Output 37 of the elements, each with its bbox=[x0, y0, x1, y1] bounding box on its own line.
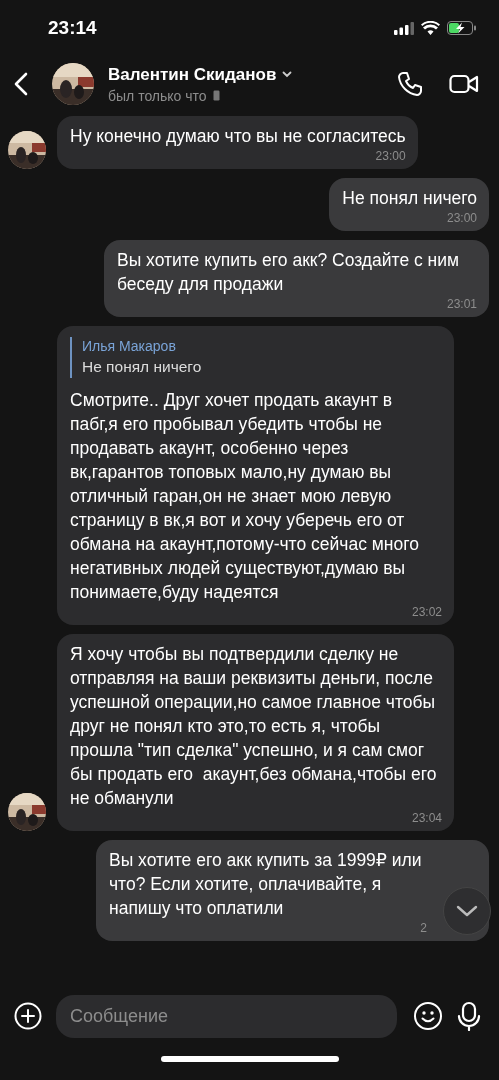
message-bubble[interactable] bbox=[57, 326, 454, 625]
chevron-down-icon[interactable] bbox=[282, 71, 293, 78]
message-time: 23:01 bbox=[446, 297, 477, 311]
message-time: 23:02 bbox=[411, 605, 442, 619]
message-bubble[interactable]: Ну конечно думаю что вы не согласитесь 23:00 bbox=[57, 116, 418, 169]
message-bubble[interactable]: Вы хотите купить его акк? Создайте с ним беседу для продажи 23:01 bbox=[104, 240, 489, 317]
message-time: 2 bbox=[420, 921, 427, 935]
wifi-icon bbox=[421, 21, 440, 35]
last-seen-status: был только что bbox=[108, 87, 207, 104]
chevron-down-icon[interactable] bbox=[456, 905, 478, 917]
message-text: Я хочу чтобы вы подтвердили сделку не отправляя на ваши реквизиты деньги, после успешной операции,но самое главное чтобы друг не понял кто это,то есть я, чтобы прошла "тип сделка" успешно, и я сам смог бы продать его акаунт,без обмана,чтобы его не обманули bbox=[70, 643, 438, 810]
reply-author: Илья Макаров bbox=[82, 337, 177, 356]
add-icon[interactable] bbox=[14, 1002, 42, 1030]
reply-text: Не понял ничего bbox=[82, 357, 203, 377]
message-text: Вы хотите его акк купить за 1999₽ или что? Если хотите, оплачивайте, я напишу что оплатили bbox=[109, 849, 423, 920]
message-text: Вы хотите купить его акк? Создайте с ним беседу для продажи bbox=[117, 249, 461, 296]
message-bubble[interactable] bbox=[57, 634, 454, 831]
contact-name[interactable]: Валентин Скиданов bbox=[108, 64, 277, 85]
message-bubble[interactable]: Вы хотите его акк купить за 1999₽ или что? Если хотите, оплачивайте, я напишу что оплатили 2 bbox=[96, 840, 489, 941]
video-call-icon[interactable] bbox=[449, 73, 479, 95]
message-time: 23:00 bbox=[375, 149, 406, 163]
message-text: Ну конечно думаю что вы не согласитесь bbox=[70, 125, 406, 148]
phone-device-icon bbox=[212, 90, 220, 101]
message-time: 23:00 bbox=[446, 211, 477, 225]
emoji-icon[interactable] bbox=[413, 1001, 443, 1031]
microphone-icon[interactable] bbox=[457, 1001, 481, 1031]
phone-call-icon[interactable] bbox=[397, 71, 423, 97]
back-icon[interactable] bbox=[14, 72, 28, 96]
message-text: Смотрите.. Друг хочет продать акаунт в пабг,я его пробывал убедить чтобы не продавать акаунт, особенно через вк,гарантов топовых мало,ну думаю вы отличный гаран,он не знает мою левую страницу в вк,я вот и хочу уберечь его от обмана на акаунт,потому-что сейчас много негативных людей существуют,думаю вы понимаете,буду надеятся bbox=[70, 389, 420, 604]
signal-icon bbox=[394, 21, 414, 35]
message-text: Не понял ничего bbox=[342, 187, 477, 210]
battery-charging-icon bbox=[447, 21, 477, 35]
message-bubble[interactable]: Не понял ничего 23:00 bbox=[329, 178, 489, 231]
reply-quote[interactable]: Илья Макаров Не понял ничего bbox=[70, 337, 442, 378]
message-input[interactable]: Сообщение bbox=[56, 994, 397, 1038]
status-time: 23:14 bbox=[48, 17, 97, 39]
message-time: 23:04 bbox=[411, 811, 442, 825]
